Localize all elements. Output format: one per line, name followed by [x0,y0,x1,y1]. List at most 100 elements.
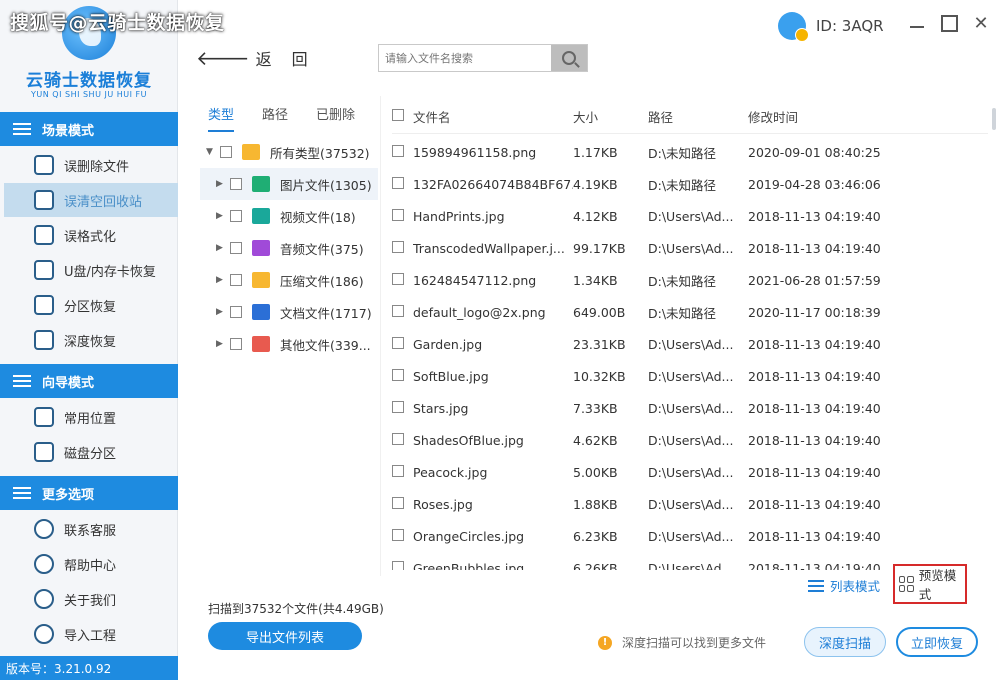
minimize-icon[interactable] [908,14,926,32]
tree-item[interactable]: ▶ 压缩文件(186) [200,264,378,296]
sidebar-item-0-2[interactable]: 误格式化 [0,218,178,252]
table-row[interactable]: default_logo@2x.png 649.00B D:\未知路径 2020-11… [392,296,988,328]
user-id-area[interactable]: ID: 3AQR [778,12,884,42]
cell-size: 649.00B [573,304,626,320]
signpost-icon [12,373,34,389]
cell-size: 99.17KB [573,240,626,256]
caret-right-icon[interactable]: ▶ [216,307,230,317]
row-checkbox[interactable] [392,144,404,157]
scan-summary: 扫描到37532个文件(共4.49GB) [208,602,384,616]
tree-checkbox[interactable] [230,242,242,254]
search-input[interactable] [379,45,552,71]
header-name[interactable]: 文件名 [413,107,573,126]
tree-checkbox[interactable] [220,146,232,158]
preview-mode-label: 预览模式 [918,568,957,602]
list-mode-button[interactable]: 列表模式 [808,576,880,595]
row-checkbox[interactable] [392,208,404,221]
row-checkbox[interactable] [392,304,404,317]
user-avatar-icon[interactable] [778,12,809,42]
export-list-button[interactable]: 导出文件列表 [208,622,362,650]
sidebar-item-0-4[interactable]: 分区恢复 [0,288,178,322]
row-checkbox[interactable] [392,336,404,349]
recover-now-button[interactable]: 立即恢复 [896,627,978,657]
section-title: 更多选项 [42,487,95,503]
table-row[interactable]: TranscodedWallpaper.j... 99.17KB D:\Users\… [392,232,988,264]
table-row[interactable]: Peacock.jpg 5.00KB D:\Users\Ad... 2018-11-1… [392,456,988,488]
tree-item[interactable]: ▶ 文档文件(1717) [200,296,378,328]
search-button[interactable] [551,45,587,71]
caret-right-icon[interactable]: ▶ [216,211,230,221]
row-checkbox[interactable] [392,560,404,570]
row-checkbox[interactable] [392,528,404,541]
caret-right-icon[interactable]: ▶ [216,275,230,285]
table-row[interactable]: 159894961158.png 1.17KB D:\未知路径 2020-09-01 … [392,136,988,168]
row-checkbox[interactable] [392,400,404,413]
header-size[interactable]: 大小 [573,107,648,126]
caret-right-icon[interactable]: ▶ [216,243,230,253]
row-checkbox[interactable] [392,176,404,189]
row-checkbox[interactable] [392,496,404,509]
row-checkbox[interactable] [392,432,404,445]
sidebar-item-2-0[interactable]: 联系客服 [0,512,178,546]
cell-time: 2018-11-13 04:19:40 [748,368,881,384]
tree-checkbox[interactable] [230,306,242,318]
sidebar-item-2-3[interactable]: 导入工程 [0,617,178,651]
section-title: 场景模式 [42,123,95,139]
table-row[interactable]: HandPrints.jpg 4.12KB D:\Users\Ad... 2018-1… [392,200,988,232]
caret-down-icon[interactable]: ▼ [206,147,220,157]
tree-item-label: 压缩文件(186) [280,273,364,289]
tab-path[interactable]: 路径 [262,104,288,132]
cell-size: 5.00KB [573,464,618,480]
table-row[interactable]: Stars.jpg 7.33KB D:\Users\Ad... 2018-11-13 … [392,392,988,424]
cell-path: D:\未知路径 [648,273,717,289]
table-row[interactable]: Roses.jpg 1.88KB D:\Users\Ad... 2018-11-13 … [392,488,988,520]
row-checkbox[interactable] [392,368,404,381]
cell-time: 2020-11-17 00:18:39 [748,304,881,320]
table-row[interactable]: 162484547112.png 1.34KB D:\未知路径 2021-06-28 … [392,264,988,296]
table-row[interactable]: 132FA02664074B84BF67... 4.19KB D:\未知路径 2019… [392,168,988,200]
sidebar-item-2-2[interactable]: 关于我们 [0,582,178,616]
menu-icon [12,485,34,501]
header-path[interactable]: 路径 [648,107,748,126]
table-row[interactable]: OrangeCircles.jpg 6.23KB D:\Users\Ad... 201… [392,520,988,552]
tree-item[interactable]: ▼ 所有类型(37532) [200,136,378,168]
back-button[interactable]: 🡐 返 回 [196,46,308,70]
archive-icon [252,272,270,288]
tree-item[interactable]: ▶ 音频文件(375) [200,232,378,264]
row-checkbox[interactable] [392,464,404,477]
caret-right-icon[interactable]: ▶ [216,179,230,189]
row-checkbox[interactable] [392,272,404,285]
sidebar-item-0-5[interactable]: 深度恢复 [0,323,178,357]
sidebar-item-0-0[interactable]: 误删除文件 [0,148,178,182]
table-row[interactable]: ShadesOfBlue.jpg 4.62KB D:\Users\Ad... 2018… [392,424,988,456]
header-time[interactable]: 修改时间 [748,107,948,126]
tree-item[interactable]: ▶ 图片文件(1305) [200,168,378,200]
tree-checkbox[interactable] [230,338,242,350]
tree-checkbox[interactable] [230,178,242,190]
tree-item[interactable]: ▶ 其他文件(339... [200,328,378,360]
close-icon[interactable]: ✕ [972,13,990,34]
caret-right-icon[interactable]: ▶ [216,339,230,349]
table-row[interactable]: SoftBlue.jpg 10.32KB D:\Users\Ad... 2018-11… [392,360,988,392]
image-icon [252,176,270,192]
tree-checkbox[interactable] [230,210,242,222]
tree-item[interactable]: ▶ 视频文件(18) [200,200,378,232]
sidebar-item-0-3[interactable]: U盘/内存卡恢复 [0,253,178,287]
tab-type[interactable]: 类型 [208,104,235,132]
table-row[interactable]: Garden.jpg 23.31KB D:\Users\Ad... 2018-11-1… [392,328,988,360]
sidebar-item-1-1[interactable]: 磁盘分区 [0,435,178,469]
scrollbar[interactable] [992,108,996,130]
select-all-checkbox[interactable] [392,109,404,121]
sidebar-item-2-1[interactable]: 帮助中心 [0,547,178,581]
tree-checkbox[interactable] [230,274,242,286]
sidebar-item-0-1[interactable]: 误清空回收站 [4,183,178,217]
tab-deleted[interactable]: 已删除 [316,104,355,132]
cell-name: 162484547112.png [413,272,537,288]
cell-time: 2018-11-13 04:19:40 [748,496,881,512]
row-checkbox[interactable] [392,240,404,253]
deep-scan-button[interactable]: 深度扫描 [804,627,886,657]
cell-time: 2018-11-13 04:19:40 [748,400,881,416]
preview-mode-button[interactable]: 预览模式 [893,564,967,604]
sidebar-item-1-0[interactable]: 常用位置 [0,400,178,434]
maximize-icon[interactable] [940,14,958,32]
